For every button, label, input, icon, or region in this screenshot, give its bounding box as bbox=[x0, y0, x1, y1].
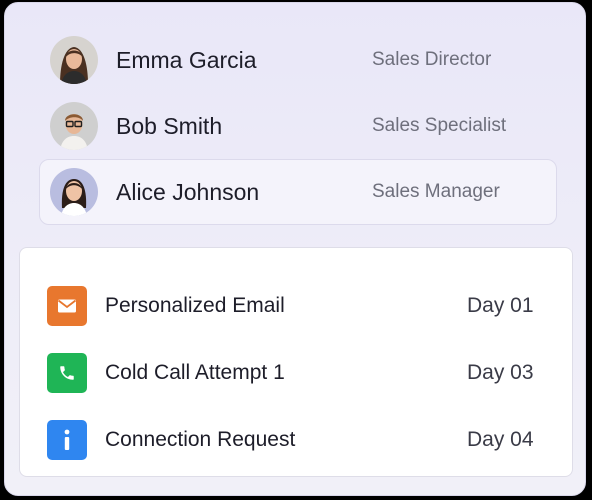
phone-icon bbox=[47, 352, 87, 393]
sequence-card: Emma Garcia Sales Director Bob Smith Sal… bbox=[4, 2, 586, 496]
avatar bbox=[50, 102, 98, 150]
contact-role: Sales Director bbox=[372, 49, 492, 70]
contact-role: Sales Manager bbox=[372, 181, 500, 202]
step-label: Personalized Email bbox=[105, 293, 285, 317]
step-personalized-email[interactable]: Personalized Email Day 01 bbox=[20, 272, 572, 339]
contact-list: Emma Garcia Sales Director Bob Smith Sal… bbox=[39, 27, 557, 225]
step-label: Cold Call Attempt 1 bbox=[105, 360, 285, 384]
avatar bbox=[50, 36, 98, 84]
contact-row-emma-garcia[interactable]: Emma Garcia Sales Director bbox=[39, 27, 557, 93]
contact-name: Emma Garcia bbox=[116, 46, 257, 73]
avatar bbox=[50, 168, 98, 216]
contact-row-bob-smith[interactable]: Bob Smith Sales Specialist bbox=[39, 93, 557, 159]
envelope-icon bbox=[47, 285, 87, 326]
info-icon bbox=[47, 419, 87, 460]
step-day: Day 04 bbox=[467, 427, 534, 451]
step-cold-call[interactable]: Cold Call Attempt 1 Day 03 bbox=[20, 339, 572, 406]
step-label: Connection Request bbox=[105, 427, 296, 451]
contact-name: Bob Smith bbox=[116, 112, 223, 139]
step-day: Day 03 bbox=[467, 360, 534, 384]
step-connection-request[interactable]: Connection Request Day 04 bbox=[20, 406, 572, 473]
contact-role: Sales Specialist bbox=[372, 115, 507, 136]
contact-name: Alice Johnson bbox=[116, 178, 260, 205]
step-day: Day 01 bbox=[467, 293, 534, 317]
contact-row-alice-johnson[interactable]: Alice Johnson Sales Manager bbox=[39, 159, 557, 225]
sequence-steps-panel: Personalized Email Day 01 Cold Call Atte… bbox=[19, 247, 573, 477]
